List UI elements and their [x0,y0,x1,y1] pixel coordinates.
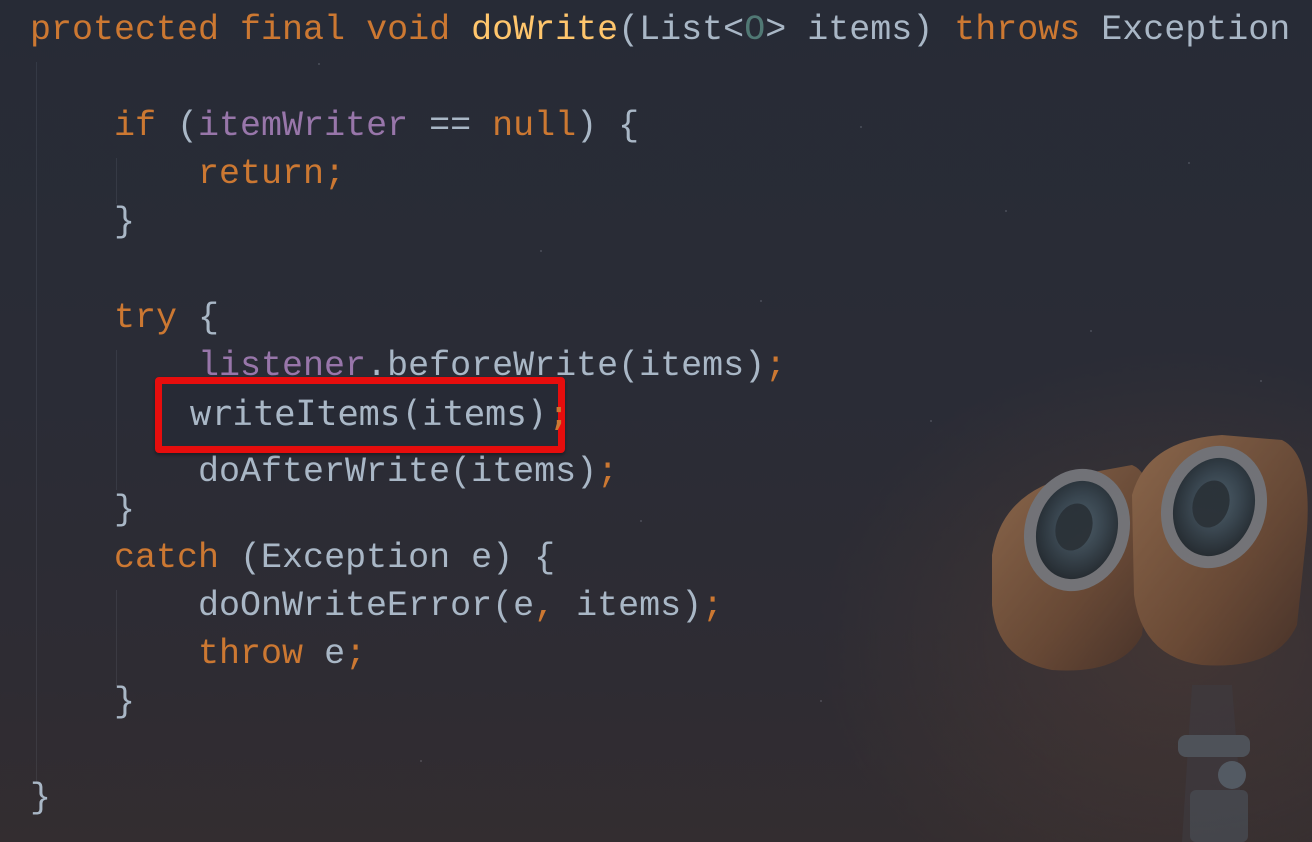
if-cond-open: ( [156,106,199,146]
before-write-semicolon: ; [765,346,787,386]
params-open: (List< [618,10,745,50]
if-cond-op: == [408,106,493,146]
after-write-semicolon: ; [597,452,619,492]
throw-argument: e [303,634,346,674]
catch-close-brace: } [114,682,136,722]
keyword-try: try [114,298,178,338]
code-line-catch: catch (Exception e) { [30,534,1312,582]
keyword-throw: throw [198,634,304,674]
field-item-writer: itemWriter [198,106,409,146]
on-error-semicolon: ; [702,586,724,626]
on-error-comma: , [534,586,556,626]
after-write-call: doAfterWrite(items) [198,452,598,492]
method-name: doWrite [471,10,619,50]
write-items-semicolon: ; [548,394,570,434]
try-open-brace: { [177,298,220,338]
keyword-if: if [114,106,157,146]
params-close: > items) [765,10,955,50]
on-error-call-start: doOnWriteError(e [198,586,535,626]
exception-type: Exception { [1080,10,1312,50]
method-close-brace: } [30,778,52,818]
code-line-catch-close: } [30,678,1312,726]
try-close-brace: } [114,490,136,530]
code-line-if-close: } [30,198,1312,246]
keyword-final: final [240,10,346,50]
code-line-throw: throw e; [30,630,1312,678]
on-error-call-end: items) [555,586,703,626]
catch-params: (Exception e) { [219,538,556,578]
code-line-return: return; [30,150,1312,198]
keyword-void: void [366,10,451,50]
type-parameter: O [744,10,766,50]
code-line-try: try { [30,294,1312,342]
keyword-protected: protected [30,10,220,50]
keyword-null: null [492,106,577,146]
code-line-signature: protected final void doWrite(List<O> ite… [30,6,1312,54]
code-line-on-error: doOnWriteError(e, items); [30,582,1312,630]
keyword-return: return [198,154,325,194]
throw-semicolon: ; [345,634,367,674]
write-items-call: writeItems(items) [190,394,549,434]
code-line-try-close: } [30,486,1312,534]
highlighted-code-line: writeItems(items); [190,390,569,438]
code-line-if: if (itemWriter == null) { [30,102,1312,150]
if-cond-close: ) { [576,106,640,146]
code-line-method-close: } [30,774,1312,822]
keyword-catch: catch [114,538,220,578]
return-semicolon: ; [324,154,346,194]
keyword-throws: throws [954,10,1081,50]
if-close-brace: } [114,202,136,242]
